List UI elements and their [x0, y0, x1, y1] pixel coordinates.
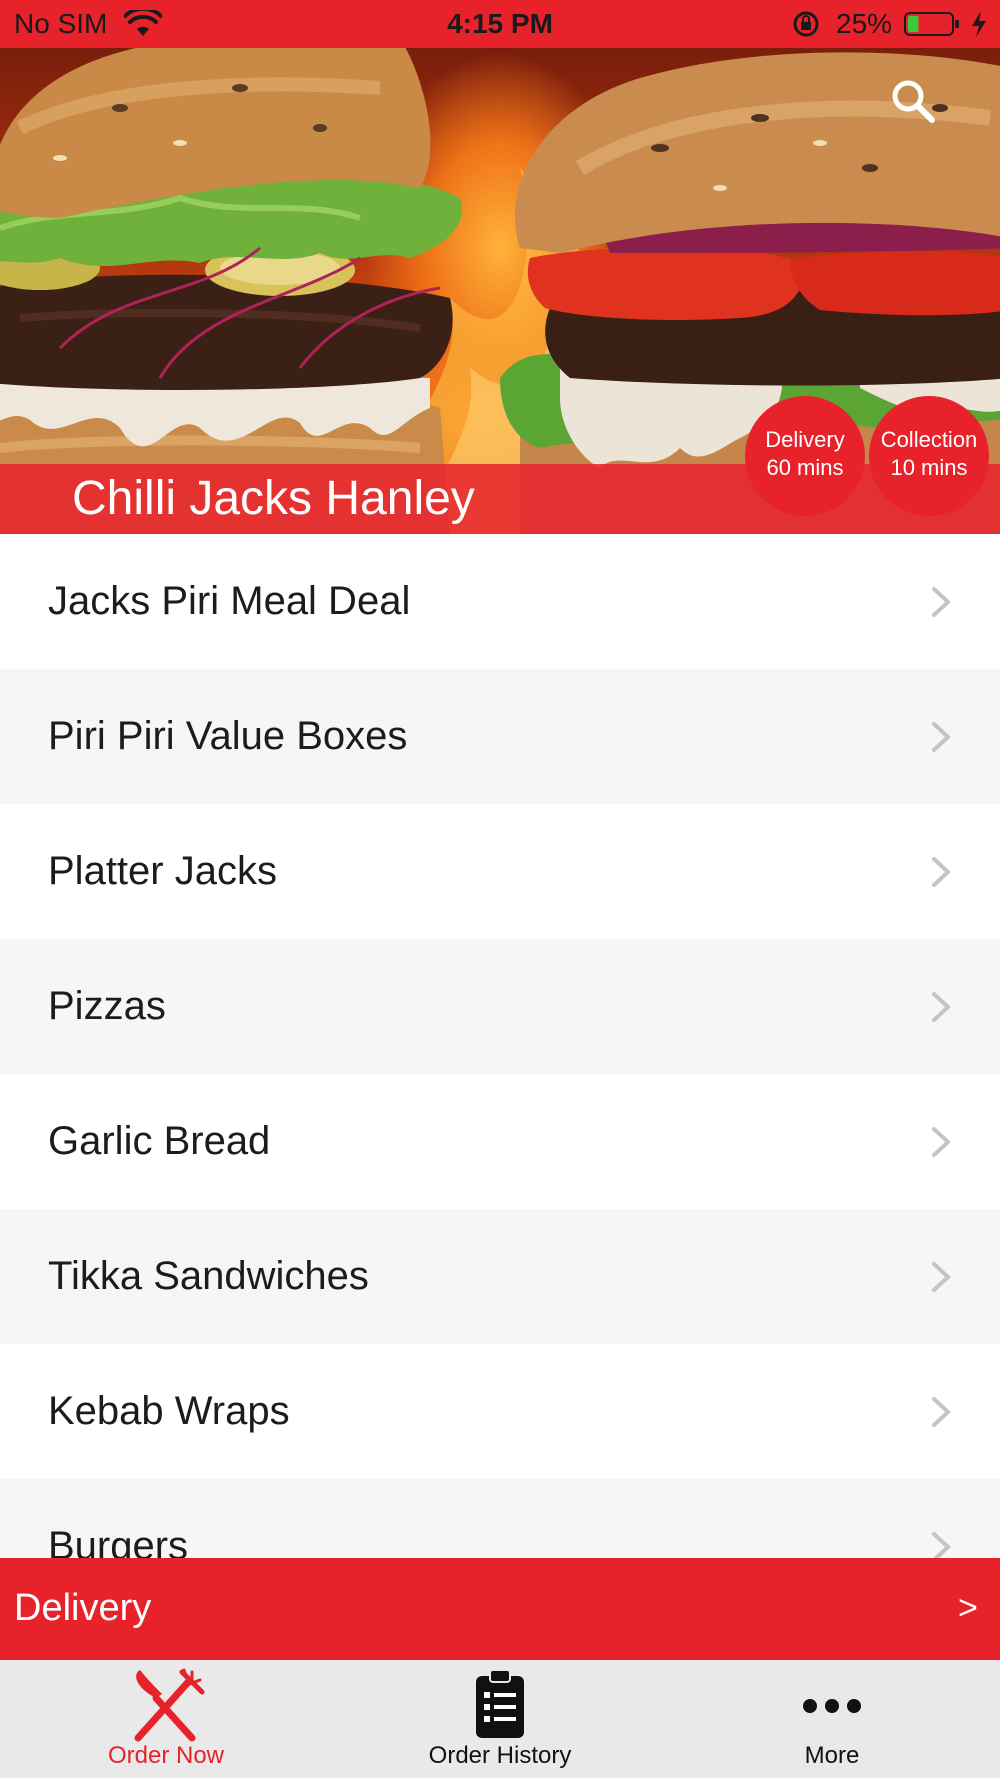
menu-item[interactable]: Pizzas: [0, 939, 1000, 1074]
chevron-right-icon: [932, 587, 951, 617]
chevron-right-icon: [932, 1397, 951, 1427]
menu-item-label: Platter Jacks: [48, 849, 277, 893]
tab-order-now-label: Order Now: [107, 1742, 225, 1769]
menu-item[interactable]: Jacks Piri Meal Deal: [0, 534, 1000, 669]
hero-banner: Chilli Jacks Hanley Delivery 60 mins Col…: [0, 48, 1000, 534]
collection-badge-label: Collection: [880, 427, 978, 452]
delivery-mode-button[interactable]: Delivery >: [0, 1558, 1000, 1660]
tab-more[interactable]: More: [712, 1660, 952, 1778]
delivery-badge-label: Delivery: [765, 427, 845, 452]
clipboard-list-icon: [476, 1669, 524, 1738]
menu-item-label: Burgers: [48, 1524, 189, 1558]
charging-icon: [972, 11, 986, 37]
menu-item-label: Kebab Wraps: [48, 1389, 290, 1433]
menu-item[interactable]: Platter Jacks: [0, 804, 1000, 939]
chevron-right-icon: [932, 857, 951, 887]
menu-item-label: Garlic Bread: [48, 1119, 271, 1163]
collection-badge-time: 10 mins: [890, 455, 968, 480]
chevron-right-icon: [932, 1127, 951, 1157]
delivery-badge-time: 60 mins: [766, 455, 844, 480]
menu-category-list[interactable]: Jacks Piri Meal Deal Piri Piri Value Box…: [0, 534, 1000, 1558]
more-dots-icon: [803, 1699, 861, 1713]
chevron-right-icon: [932, 1262, 951, 1292]
chevron-right-icon: [932, 1532, 951, 1558]
search-icon[interactable]: [888, 76, 938, 126]
status-bar: No SIM 4:15 PM 25%: [0, 0, 1000, 48]
collection-time-badge: Collection 10 mins: [869, 396, 989, 516]
menu-item[interactable]: Garlic Bread: [0, 1074, 1000, 1209]
battery-percentage: 25%: [836, 8, 893, 39]
rotation-lock-icon: [793, 11, 819, 37]
tab-order-history-label: Order History: [428, 1742, 572, 1769]
delivery-mode-label: Delivery: [14, 1587, 152, 1629]
fork-knife-icon: [134, 1668, 205, 1742]
tab-more-label: More: [804, 1742, 860, 1769]
menu-item[interactable]: Tikka Sandwiches: [0, 1209, 1000, 1344]
tab-order-now[interactable]: Order Now: [46, 1660, 286, 1778]
battery-icon: [904, 12, 959, 36]
chevron-right-icon: [932, 992, 951, 1022]
menu-item[interactable]: Piri Piri Value Boxes: [0, 669, 1000, 804]
bottom-tab-bar: Order Now Order History More: [0, 1660, 1000, 1778]
delivery-time-badge: Delivery 60 mins: [745, 396, 865, 516]
menu-item[interactable]: Kebab Wraps: [0, 1344, 1000, 1479]
menu-item-label: Pizzas: [48, 984, 166, 1028]
menu-item-label: Piri Piri Value Boxes: [48, 714, 408, 758]
chevron-right-icon: [932, 722, 951, 752]
restaurant-title: Chilli Jacks Hanley: [72, 472, 475, 525]
menu-item[interactable]: Burgers: [0, 1479, 1000, 1558]
delivery-arrow: >: [958, 1589, 978, 1627]
menu-item-label: Tikka Sandwiches: [48, 1254, 369, 1298]
menu-item-label: Jacks Piri Meal Deal: [48, 579, 411, 623]
tab-order-history[interactable]: Order History: [380, 1660, 620, 1778]
